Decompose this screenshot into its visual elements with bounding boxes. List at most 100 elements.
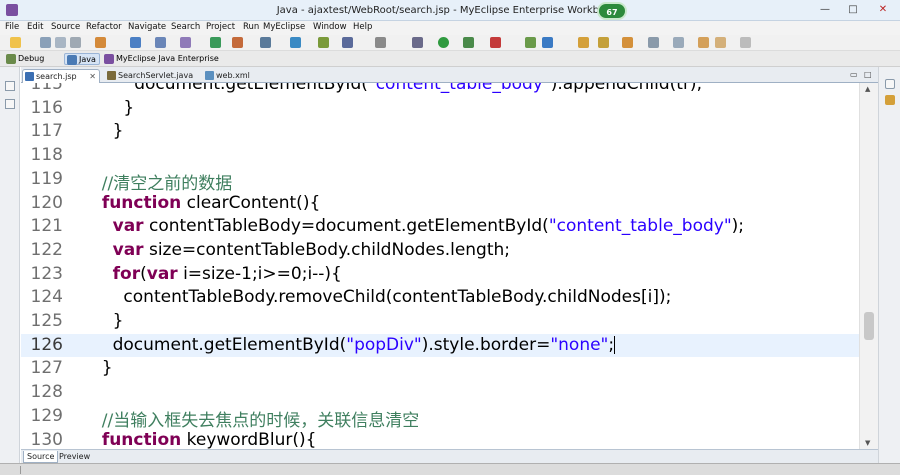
print-icon[interactable] [70,37,81,48]
menu-search[interactable]: Search [171,22,200,32]
code-text: } [91,97,135,118]
new-interface-icon[interactable] [232,37,243,48]
code-line[interactable]: 123 for(var i=size-1;i>=0;i--){ [21,263,859,287]
deploy-icon[interactable] [95,37,106,48]
open-folder-icon[interactable] [578,37,589,48]
line-number: 123 [30,263,63,284]
restore-right-view-icon[interactable] [885,79,895,89]
code-line[interactable]: 118 [21,144,859,168]
perspective-debug-label: Debug [18,54,45,63]
outline-view-icon[interactable] [885,95,895,105]
tab-source[interactable]: Source [23,451,59,463]
menu-source[interactable]: Source [51,22,80,32]
new-class-icon[interactable] [210,37,221,48]
code-text: for(var i=size-1;i>=0;i--){ [112,263,342,284]
perspective-debug[interactable]: Debug [4,53,44,65]
menu-refactor[interactable]: Refactor [86,22,122,32]
external-tools-icon[interactable] [490,37,501,48]
code-line[interactable]: 117 } [21,120,859,144]
close-tab-icon[interactable]: ✕ [89,70,96,83]
close-window-button[interactable]: ✕ [868,1,898,19]
next-annotation-icon[interactable] [648,37,659,48]
pencil-icon[interactable] [598,37,609,48]
perspective-bar: Debug Java MyEclipse Java Enterprise [0,51,900,67]
code-text: } [91,121,124,142]
tomcat-icon[interactable] [318,37,329,48]
open-type-icon[interactable] [542,37,553,48]
line-number: 122 [30,239,63,260]
line-number: 120 [30,192,63,213]
perspective-myeclipse-java-enterprise[interactable]: MyEclipse Java Enterprise [102,53,219,65]
new-package-icon[interactable] [180,37,191,48]
menu-help[interactable]: Help [353,22,372,32]
last-edit-icon[interactable] [698,37,709,48]
new-icon[interactable] [10,37,21,48]
menu-window[interactable]: Window [313,22,347,32]
code-line[interactable]: 119 //清空之前的数据 [21,168,859,194]
line-number: 127 [30,358,63,379]
code-line[interactable]: 124 contentTableBody.removeChild(content… [21,286,859,310]
code-line[interactable]: 127 } [21,357,859,381]
menu-edit[interactable]: Edit [27,22,43,32]
tab-label: search.jsp [36,72,77,81]
jsp-file-icon [25,72,34,81]
save-all-icon[interactable] [55,37,66,48]
menu-myeclipse[interactable]: MyEclipse [263,22,305,32]
code-line[interactable]: 130 function keywordBlur(){ [21,429,859,450]
code-line[interactable]: 116 } [21,97,859,121]
forward-icon[interactable] [740,37,751,48]
tab-web-xml[interactable]: web.xml [203,69,273,83]
perspective-java[interactable]: Java [64,53,100,65]
maximize-window-button[interactable]: □ [840,1,866,19]
maximize-editor-icon[interactable]: □ [864,70,872,79]
line-number: 115 [30,83,63,94]
left-trim-bar [0,67,20,465]
tab-preview[interactable]: Preview [56,451,93,463]
menu-navigate[interactable]: Navigate [128,22,166,32]
run-icon[interactable] [438,37,449,48]
code-line[interactable]: 121 var contentTableBody=document.getEle… [21,215,859,239]
back-icon[interactable] [715,37,726,48]
line-number: 124 [30,287,63,308]
scroll-up-icon[interactable]: ▲ [865,85,870,93]
tab-label: SearchServlet.java [118,71,194,80]
tab-searchservlet-java[interactable]: SearchServlet.java [105,69,203,83]
server-icon[interactable] [130,37,141,48]
package-explorer-icon[interactable] [5,99,15,109]
editor-vertical-scrollbar[interactable]: ▲ ▼ [859,83,878,449]
line-number: 129 [30,405,63,426]
minimize-editor-icon[interactable]: ▭ [850,70,858,79]
run-history-icon[interactable] [463,37,474,48]
scroll-thumb[interactable] [864,312,874,340]
menu-project[interactable]: Project [206,22,235,32]
code-line[interactable]: 115 document.getElementById("content_tab… [21,83,859,97]
code-line[interactable]: 125 } [21,310,859,334]
new-java-project-icon[interactable] [155,37,166,48]
restore-view-icon[interactable] [5,81,15,91]
code-line[interactable]: 126 document.getElementById("popDiv").st… [21,333,859,358]
tab-label: web.xml [216,71,250,80]
tab-search-jsp[interactable]: search.jsp ✕ [22,69,100,83]
line-number: 130 [30,429,63,450]
prev-annotation-icon[interactable] [673,37,684,48]
code-editor[interactable]: 115 document.getElementById("content_tab… [21,83,878,449]
bookmark-icon[interactable] [622,37,633,48]
debug-icon[interactable] [412,37,423,48]
menu-file[interactable]: File [5,22,19,32]
code-line[interactable]: 129 //当输入框失去焦点的时候，关联信息清空 [21,405,859,431]
coverage-icon[interactable] [525,37,536,48]
database-icon[interactable] [342,37,353,48]
terminal-icon[interactable] [375,37,386,48]
save-icon[interactable] [40,37,51,48]
code-line[interactable]: 120 function clearContent(){ [21,192,859,216]
globe-icon[interactable] [260,37,271,48]
code-line[interactable]: 128 [21,381,859,405]
line-number: 119 [30,168,63,189]
browser-icon[interactable] [290,37,301,48]
notification-badge[interactable]: 67 [597,2,627,20]
code-line[interactable]: 122 var size=contentTableBody.childNodes… [21,239,859,263]
minimize-window-button[interactable]: — [812,1,838,19]
scroll-down-icon[interactable]: ▼ [865,439,870,447]
menu-run[interactable]: Run [243,22,259,32]
text-cursor [614,335,616,354]
